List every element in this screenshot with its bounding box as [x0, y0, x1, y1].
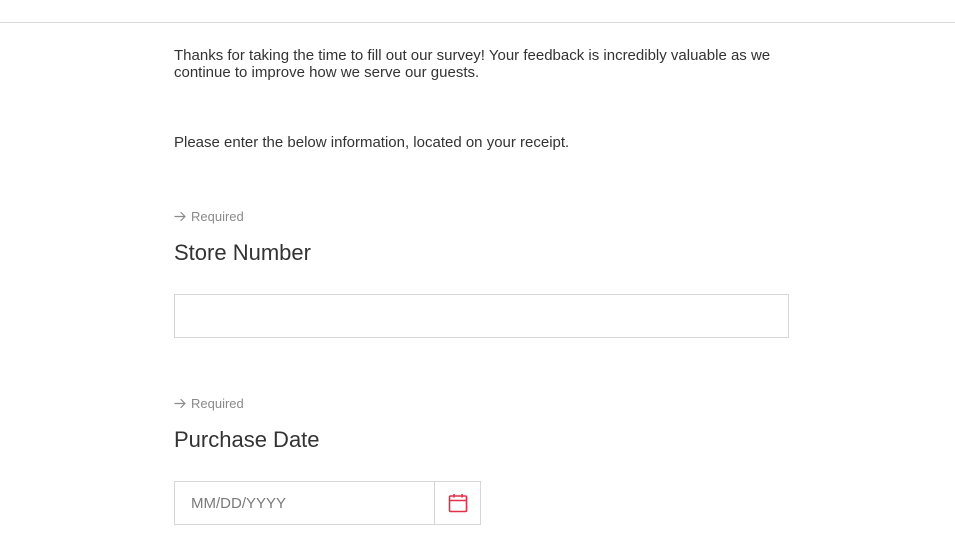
purchase-date-field: [174, 481, 481, 525]
top-header-bar: [0, 0, 955, 23]
question-title-store-number: Store Number: [174, 240, 311, 265]
store-number-input[interactable]: [174, 294, 789, 338]
calendar-button[interactable]: [434, 482, 480, 524]
required-indicator-store-number: Required: [174, 209, 244, 224]
required-label: Required: [191, 209, 244, 224]
survey-instruction-text: Please enter the below information, loca…: [174, 134, 570, 151]
purchase-date-input[interactable]: [175, 482, 434, 524]
required-label: Required: [191, 396, 244, 411]
arrow-right-icon: [174, 211, 186, 222]
survey-content: Thanks for taking the time to fill out o…: [174, 47, 789, 525]
arrow-right-icon: [174, 398, 186, 409]
survey-intro-text: Thanks for taking the time to fill out o…: [174, 47, 771, 81]
calendar-icon: [448, 494, 467, 513]
required-indicator-purchase-date: Required: [174, 396, 244, 411]
question-title-purchase-date: Purchase Date: [174, 427, 320, 452]
